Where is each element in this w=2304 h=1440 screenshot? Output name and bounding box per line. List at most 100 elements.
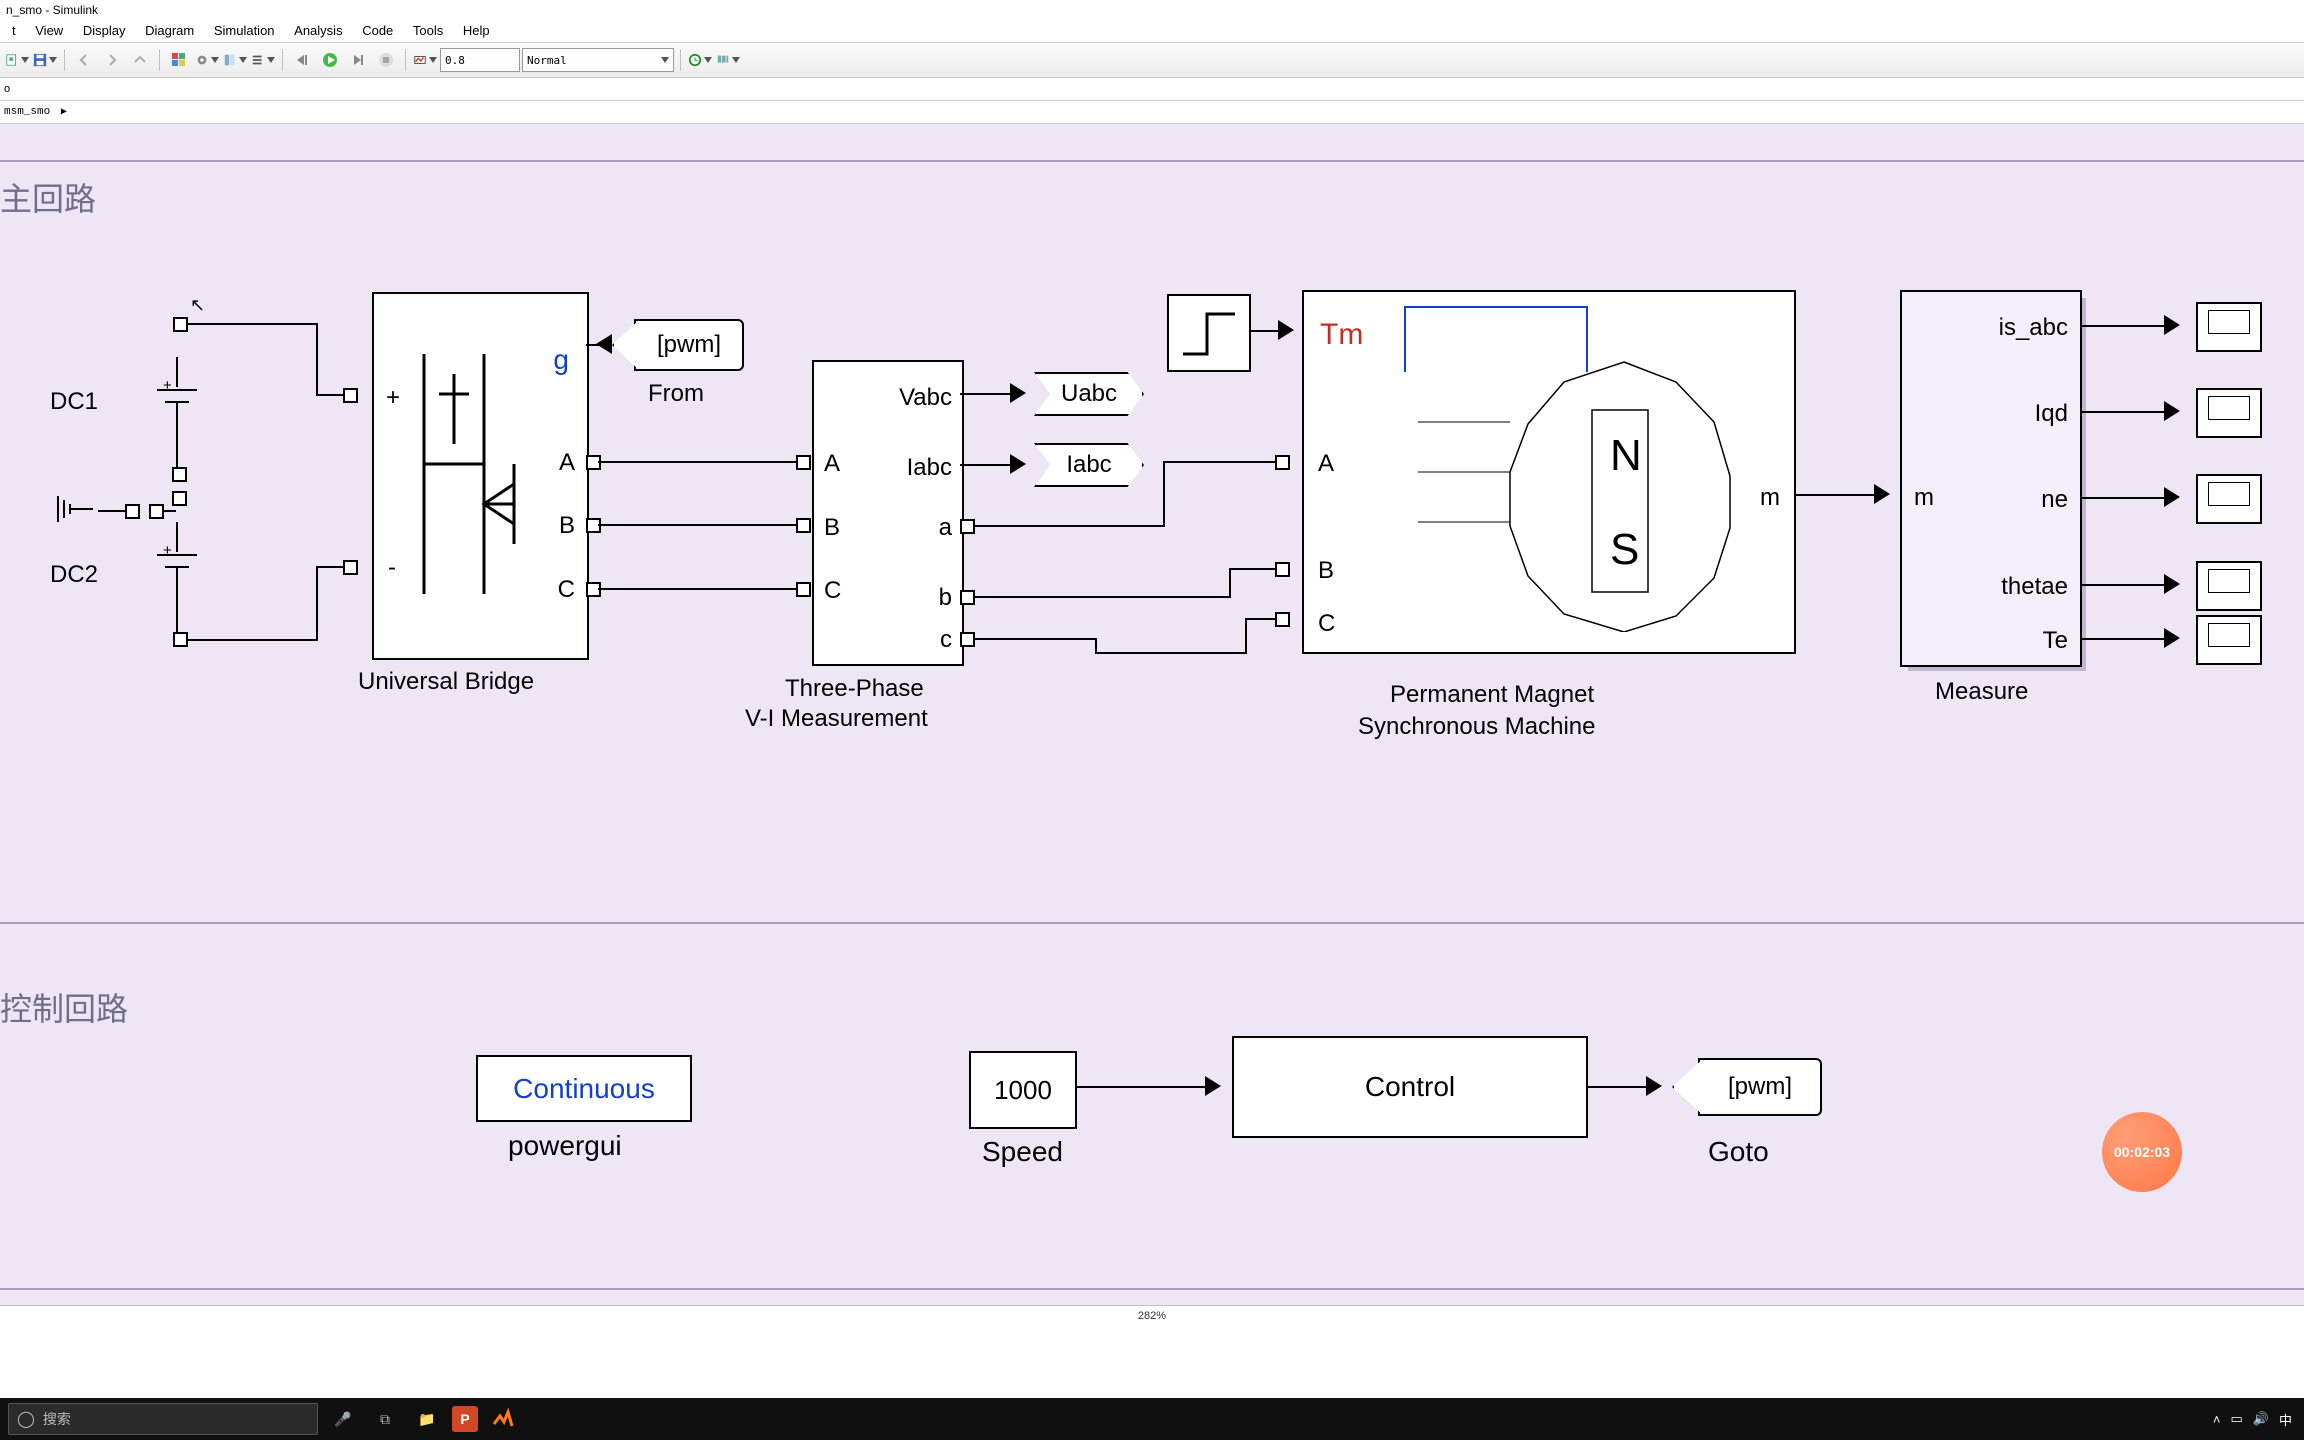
separator [159, 49, 160, 71]
chevron-down-icon [732, 57, 740, 63]
run-button[interactable] [317, 47, 343, 73]
label-pmsm-2: Synchronous Machine [1358, 713, 1595, 741]
breadcrumb-model[interactable]: msm_smo [4, 106, 50, 118]
chevron-down-icon [661, 57, 669, 63]
build-button[interactable] [715, 47, 741, 73]
zoom-level: 282% [1138, 1310, 1166, 1322]
block-scope-isabc[interactable] [2196, 302, 2262, 352]
port [343, 388, 358, 403]
region-divider [0, 160, 2304, 162]
tray-battery-icon[interactable]: ▭ [2231, 1411, 2243, 1427]
file-explorer-icon[interactable]: 📁 [410, 1402, 444, 1436]
block-vi-measurement[interactable]: Vabc Iabc A B C a b c [812, 360, 964, 666]
system-tray[interactable]: ˄ ▭ 🔊 中 [2213, 1410, 2304, 1429]
record-button[interactable] [412, 47, 438, 73]
wire [2080, 584, 2166, 586]
window-title: n_smo - Simulink [0, 0, 2304, 20]
label-three-phase-2: V-I Measurement [745, 705, 928, 733]
taskbar-search[interactable]: ◯ 搜索 [8, 1403, 318, 1435]
port-plus: + [386, 384, 400, 412]
port-minus: - [388, 554, 396, 582]
task-view-icon[interactable]: ⧉ [368, 1402, 402, 1436]
simulation-mode-select[interactable]: Normal [522, 48, 674, 72]
fastrestart-button[interactable] [687, 47, 713, 73]
arrow-icon [1205, 1076, 1221, 1096]
matlab-icon[interactable] [486, 1402, 520, 1436]
block-scope-te[interactable] [2196, 615, 2262, 665]
wire [1095, 652, 1245, 654]
block-scope-ne[interactable] [2196, 474, 2262, 524]
menu-tools[interactable]: Tools [405, 21, 451, 40]
block-pmsm[interactable]: Tm A B C m N S [1302, 290, 1796, 654]
forward-button[interactable] [99, 47, 125, 73]
port [125, 504, 140, 519]
wire [598, 524, 798, 526]
new-model-button[interactable] [4, 47, 30, 73]
model-tabbar: o [0, 78, 2304, 101]
model-explorer-button[interactable] [222, 47, 248, 73]
menu-display[interactable]: Display [75, 21, 134, 40]
status-bar: 282% [0, 1305, 2304, 1326]
block-step-tm[interactable] [1167, 294, 1251, 372]
port-iqd: Iqd [2035, 400, 2068, 428]
wire [586, 344, 600, 346]
port-a-out: a [939, 514, 952, 542]
ime-indicator[interactable]: 中 [2279, 1410, 2292, 1429]
block-dc1[interactable]: + [143, 357, 211, 469]
chevron-down-icon [429, 57, 437, 63]
menu-edit-stub[interactable]: t [4, 21, 24, 40]
up-button[interactable] [127, 47, 153, 73]
menu-view[interactable]: View [27, 21, 71, 40]
arrow-icon [2164, 487, 2180, 507]
block-goto-iabc[interactable]: Iabc [1034, 443, 1144, 487]
stop-time-input[interactable] [440, 48, 520, 72]
block-universal-bridge[interactable]: g + - A B C [372, 292, 589, 660]
port [172, 491, 187, 506]
block-goto-uabc[interactable]: Uabc [1034, 372, 1144, 416]
port [796, 582, 811, 597]
list-button[interactable] [250, 47, 276, 73]
wire [316, 566, 344, 568]
label-dc1: DC1 [50, 388, 98, 416]
separator [405, 49, 406, 71]
separator [64, 49, 65, 71]
cortana-mic-icon[interactable]: 🎤 [326, 1402, 360, 1436]
block-measure[interactable]: m is_abc Iqd ne thetae Te [1900, 290, 2082, 667]
wire [2080, 411, 2166, 413]
chevron-down-icon [239, 57, 247, 63]
diagram-canvas[interactable]: 主回路 控制回路 ↖ + DC1 + DC2 [0, 124, 2304, 1326]
tray-volume-icon[interactable]: 🔊 [2253, 1411, 2269, 1427]
menu-simulation[interactable]: Simulation [206, 21, 283, 40]
tray-chevron-up-icon[interactable]: ˄ [2213, 1412, 2221, 1427]
block-scope-iqd[interactable] [2196, 388, 2262, 438]
block-powergui[interactable]: Continuous [476, 1055, 692, 1122]
block-goto-pwm[interactable]: [pwm] [1698, 1058, 1822, 1116]
library-browser-button[interactable] [166, 47, 192, 73]
menu-diagram[interactable]: Diagram [137, 21, 202, 40]
stop-button[interactable] [373, 47, 399, 73]
port [343, 560, 358, 575]
menu-analysis[interactable]: Analysis [286, 21, 350, 40]
separator [680, 49, 681, 71]
port-m: m [1760, 484, 1780, 512]
block-control[interactable]: Control [1232, 1036, 1588, 1138]
model-tab[interactable]: o [4, 83, 10, 95]
save-button[interactable] [32, 47, 58, 73]
back-button[interactable] [71, 47, 97, 73]
port [1275, 455, 1290, 470]
step-forward-button[interactable] [345, 47, 371, 73]
port-tm: Tm [1320, 318, 1363, 352]
menu-help[interactable]: Help [455, 21, 498, 40]
model-config-button[interactable] [194, 47, 220, 73]
block-ground[interactable] [49, 486, 97, 534]
block-dc2[interactable]: + [143, 522, 211, 634]
step-back-button[interactable] [289, 47, 315, 73]
block-scope-thetae[interactable] [2196, 561, 2262, 611]
chevron-down-icon [211, 57, 219, 63]
menu-code[interactable]: Code [354, 21, 401, 40]
block-speed-constant[interactable]: 1000 [969, 1051, 1077, 1129]
block-from-pwm[interactable]: [pwm] [634, 319, 744, 371]
label-powergui: powergui [508, 1130, 622, 1162]
wire [98, 510, 127, 512]
powerpoint-icon[interactable]: P [452, 1406, 478, 1432]
